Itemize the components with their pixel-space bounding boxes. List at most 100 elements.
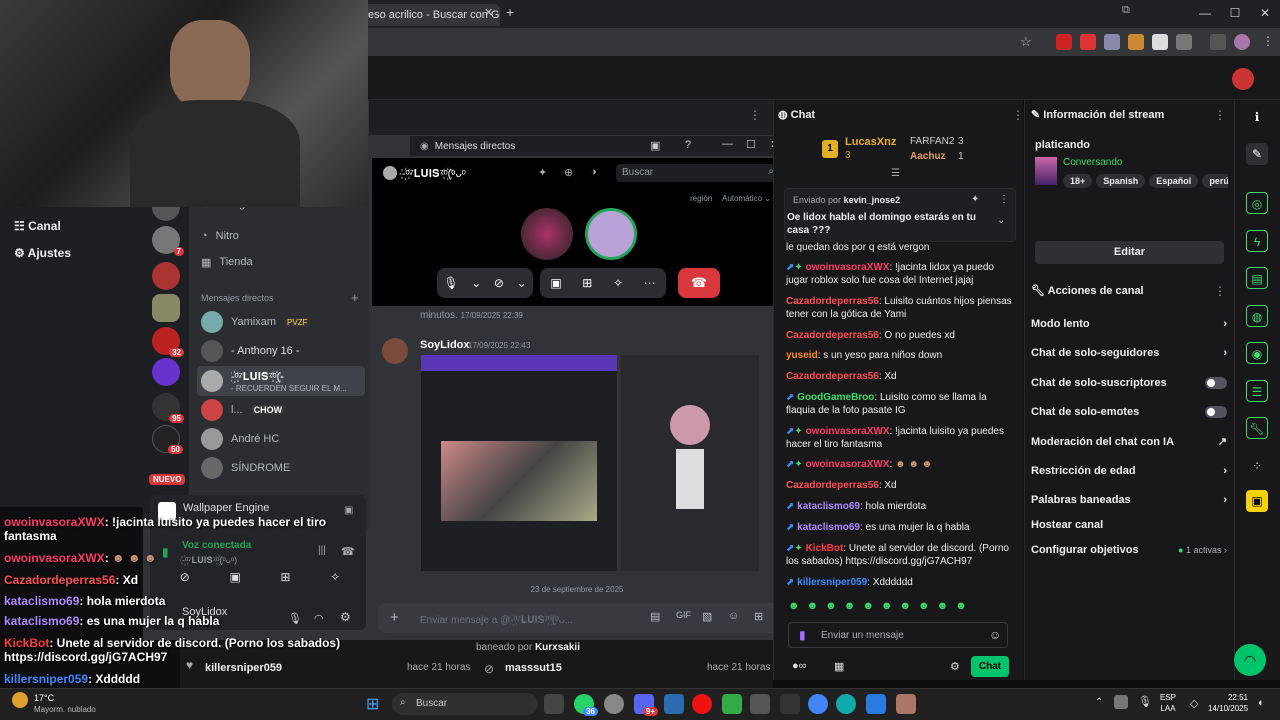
close-window-icon[interactable]: ✕: [1250, 4, 1280, 22]
shield-extension-icon[interactable]: [1104, 34, 1120, 50]
activity-icon[interactable]: ⊞: [582, 276, 592, 290]
avatar[interactable]: [382, 338, 408, 364]
leader-name[interactable]: FARFAN2: [910, 136, 954, 147]
guild-icon[interactable]: [152, 262, 180, 290]
shop-item[interactable]: ▦ Tienda: [197, 248, 365, 276]
stream-icon[interactable]: ▣: [344, 505, 353, 516]
discord-taskbar-icon[interactable]: 9+: [634, 694, 658, 716]
log-user[interactable]: masssut15: [505, 662, 562, 674]
emote-icon[interactable]: ☻: [788, 600, 800, 616]
guild-icon[interactable]: 32: [152, 327, 184, 357]
emote-icon[interactable]: ☻: [955, 600, 967, 616]
camera-off-icon[interactable]: ⊘: [494, 276, 504, 290]
app-icon[interactable]: [866, 694, 886, 714]
chat-username[interactable]: Cazadordeperras56: [786, 480, 879, 491]
pin-icon[interactable]: ✦: [538, 166, 547, 179]
dm-item[interactable]: Yamixam PVZF: [197, 308, 365, 336]
extension-icon[interactable]: [1056, 34, 1072, 50]
activity-name[interactable]: Wallpaper Engine: [183, 502, 269, 514]
language-indicator[interactable]: ESP LAA: [1160, 692, 1176, 714]
action-followers-only[interactable]: Chat de solo-seguidores ›: [1031, 347, 1227, 359]
sticker-icon[interactable]: ▧: [702, 610, 712, 623]
emote-icon[interactable]: ☻: [918, 600, 930, 616]
chevron-down-icon[interactable]: ⌄: [517, 276, 527, 290]
leader-name[interactable]: Aachuz: [910, 151, 946, 162]
chat-username[interactable]: yuseid: [786, 350, 818, 361]
chevron-down-icon[interactable]: ⌄: [997, 215, 1005, 226]
pinned-message[interactable]: Enviado por kevin_jnose2 Oe lidox habla …: [784, 188, 1016, 242]
app-icon[interactable]: [896, 694, 916, 714]
pin-menu-icon[interactable]: ⋮: [999, 194, 1009, 205]
stream-category[interactable]: Conversando: [1063, 157, 1122, 168]
hang-up-button[interactable]: ☎: [678, 268, 720, 298]
emote-icon[interactable]: ☻: [881, 600, 893, 616]
soundboard-icon[interactable]: ✧: [613, 276, 623, 290]
app-icon[interactable]: [780, 694, 800, 714]
message-input[interactable]: + Enviar mensaje a @-꙰ᵒ⁷𝐋𝐔𝐈𝐒⁷ᵒ꙰(ᵒᴗ... ▤ …: [378, 603, 780, 633]
add-widget-icon[interactable]: ⁘: [1246, 455, 1268, 477]
guild-icon[interactable]: 7: [152, 226, 184, 256]
chat-username[interactable]: GoodGameBroo: [797, 392, 874, 403]
action-ai-moderation[interactable]: Moderación del chat con IA ↗: [1031, 435, 1227, 449]
chat-bubble-icon[interactable]: ◍: [1246, 305, 1268, 327]
chat-username[interactable]: killersniper059: [797, 577, 867, 588]
edit-button[interactable]: Editar: [1035, 241, 1224, 264]
action-slow-mode[interactable]: Modo lento ›: [1031, 318, 1227, 330]
action-host-channel[interactable]: Hostear canal: [1031, 519, 1227, 531]
discord-minimize-icon[interactable]: —: [722, 138, 733, 150]
puzzle-extensions-icon[interactable]: [1176, 34, 1192, 50]
nav-channel[interactable]: ☷ Canal: [14, 219, 61, 233]
nav-settings[interactable]: ⚙ Ajustes: [14, 246, 71, 260]
prediction-icon[interactable]: ☰: [1246, 380, 1268, 402]
windows-start-icon[interactable]: ⊞: [366, 694, 379, 714]
roblox-image-attachment[interactable]: [620, 354, 760, 572]
leader-name[interactable]: LucasXnz: [845, 136, 896, 148]
region-select[interactable]: Automático ⌄: [722, 194, 771, 203]
obs-icon[interactable]: [604, 694, 624, 714]
playlist-icon[interactable]: [1210, 34, 1226, 50]
browser-tab[interactable]: eso acrilico - Buscar con Goog: [360, 4, 500, 26]
actions-menu-icon[interactable]: ⋮: [1214, 284, 1226, 298]
extension-icon[interactable]: [1080, 34, 1096, 50]
action-banned-words[interactable]: Palabras baneadas ›: [1031, 494, 1227, 506]
mic-icon[interactable]: 🎙︎: [443, 276, 458, 290]
pinned-user[interactable]: kevin_jnose2: [844, 195, 901, 205]
profile-icon[interactable]: ◑: [590, 166, 597, 178]
add-friend-icon[interactable]: ⊕: [564, 166, 573, 179]
add-dm-icon[interactable]: +: [351, 290, 359, 305]
network-icon[interactable]: ◇: [1190, 697, 1198, 710]
chat-username[interactable]: owoinvasoraXWX: [806, 426, 890, 437]
emote-icon[interactable]: ☻: [899, 600, 911, 616]
info-menu-icon[interactable]: ⋮: [1214, 108, 1226, 122]
extension-widget-icon[interactable]: ▣: [1246, 490, 1268, 512]
dm-item-active[interactable]: -꙰ᵒ⁷𝐋𝐔𝐈𝐒⁷ᵒ꙰(- - RECUERDEN SEGUIR EL M...: [197, 366, 365, 396]
chat-username[interactable]: kataclismo69: [797, 522, 860, 533]
guild-icon[interactable]: [152, 294, 180, 322]
new-tab-button[interactable]: +: [506, 4, 514, 20]
collapse-icon[interactable]: ☰: [891, 168, 900, 179]
banned-by-user[interactable]: Kurxsakii: [535, 642, 580, 653]
gif-icon[interactable]: GIF: [676, 610, 691, 620]
participant-avatar[interactable]: [521, 208, 573, 260]
store-icon[interactable]: ▦: [834, 660, 844, 673]
chrome-icon[interactable]: [808, 694, 828, 714]
action-goals[interactable]: Configurar objetivos ● 1 activas ›: [1031, 544, 1227, 556]
extension-icon[interactable]: [1128, 34, 1144, 50]
notifications-icon[interactable]: ◐: [1258, 697, 1265, 709]
edit-icon[interactable]: ✎: [1246, 143, 1268, 165]
guild-icon[interactable]: [152, 358, 180, 386]
more-icon[interactable]: ⋯: [644, 276, 656, 290]
minimize-icon[interactable]: —: [1190, 4, 1220, 22]
support-chat-button[interactable]: ◠: [1234, 644, 1266, 676]
user-avatar[interactable]: [1232, 68, 1254, 90]
chat-username[interactable]: Cazadordeperras56: [786, 296, 879, 307]
tray-icon[interactable]: [1114, 695, 1128, 709]
chat-username[interactable]: owoinvasoraXWX: [806, 262, 890, 273]
emote-icon[interactable]: ☻: [807, 600, 819, 616]
mic-icon[interactable]: ▮: [799, 628, 806, 642]
action-subscribers-only[interactable]: Chat de solo-suscriptores: [1031, 377, 1227, 389]
action-emote-only[interactable]: Chat de solo-emotes: [1031, 406, 1227, 418]
bookmark-star-icon[interactable]: ☆: [1020, 34, 1032, 50]
chevron-down-icon[interactable]: ⌄: [471, 276, 481, 290]
wrench-icon[interactable]: 🔧︎: [1246, 417, 1268, 439]
